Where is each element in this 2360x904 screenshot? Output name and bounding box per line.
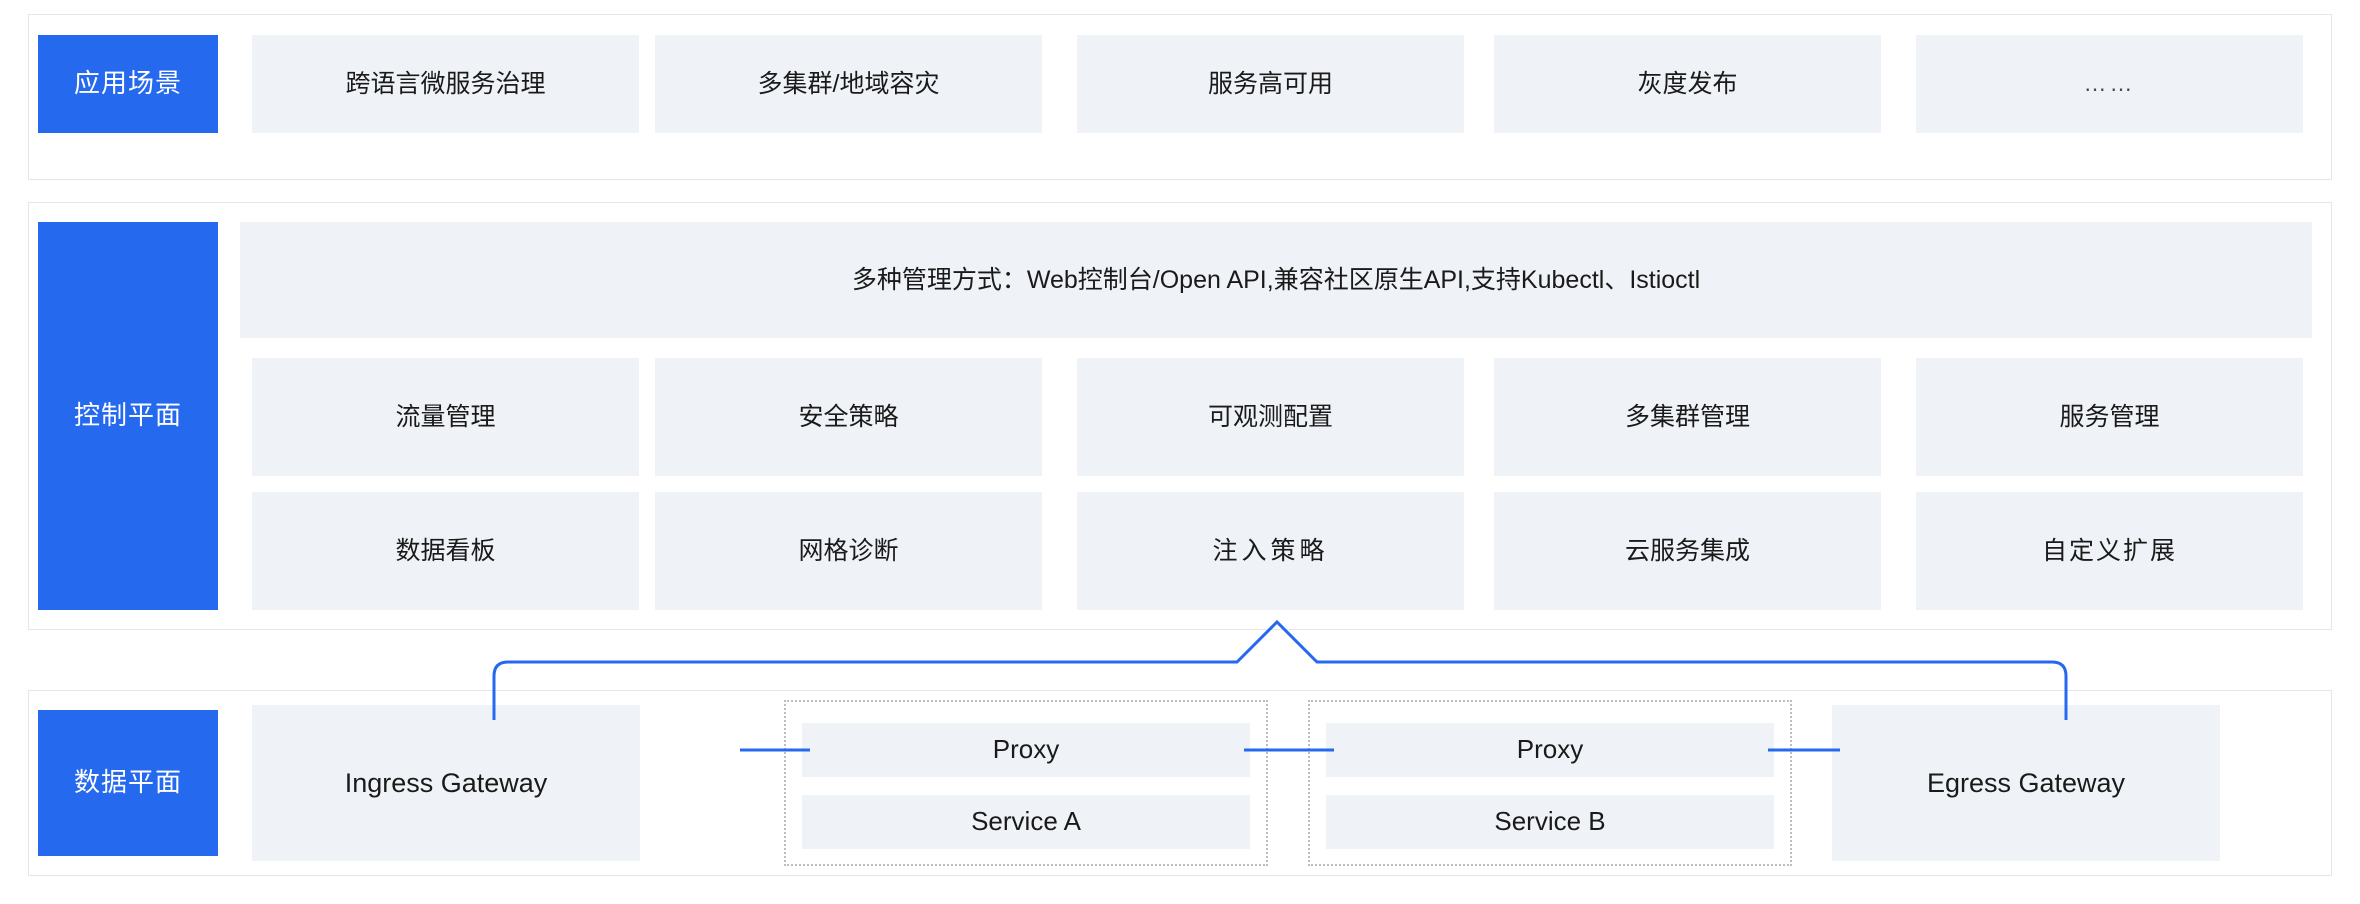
architecture-diagram: 应用场景 跨语言微服务治理 多集群/地域容灾 服务高可用 灰度发布 …… 控制平… [0,0,2360,904]
pod-a-service-label: Service A [971,806,1081,837]
control-card-injection-policy[interactable]: 注入策略 [1077,492,1464,610]
control-card-cloud-service-integration-label: 云服务集成 [1624,537,1750,565]
control-card-traffic-management[interactable]: 流量管理 [252,358,639,476]
control-card-cloud-service-integration[interactable]: 云服务集成 [1494,492,1881,610]
pod-b-proxy-label: Proxy [1516,734,1584,765]
scenario-card-2[interactable]: 服务高可用 [1077,35,1464,133]
pod-a-proxy-label: Proxy [992,734,1060,765]
control-card-mesh-diagnosis[interactable]: 网格诊断 [655,492,1042,610]
egress-gateway-label: Egress Gateway [1926,767,2126,798]
control-card-mesh-diagnosis-label: 网格诊断 [798,537,899,565]
scenario-card-3-label: 灰度发布 [1637,70,1738,98]
control-card-observability-config[interactable]: 可观测配置 [1077,358,1464,476]
control-card-dashboard[interactable]: 数据看板 [252,492,639,610]
control-plane-management-banner-text: 多种管理方式：Web控制台/Open API,兼容社区原生API,支持Kubec… [851,266,1701,294]
pod-b-proxy-card[interactable]: Proxy [1326,723,1774,777]
scenario-card-1[interactable]: 多集群/地域容灾 [655,35,1042,133]
egress-gateway-card[interactable]: Egress Gateway [1832,705,2220,861]
control-card-service-management-label: 服务管理 [2059,403,2160,431]
control-card-dashboard-label: 数据看板 [395,537,496,565]
layer-label-control-plane-text: 控制平面 [73,400,182,431]
control-card-observability-config-label: 可观测配置 [1207,403,1333,431]
pod-b-service-card[interactable]: Service B [1326,795,1774,849]
scenario-card-4-ellipsis[interactable]: …… [1916,35,2303,133]
pod-a-proxy-card[interactable]: Proxy [802,723,1250,777]
control-card-multicluster-management[interactable]: 多集群管理 [1494,358,1881,476]
control-card-service-management[interactable]: 服务管理 [1916,358,2303,476]
control-card-security-policy[interactable]: 安全策略 [655,358,1042,476]
control-card-custom-extension[interactable]: 自定义扩展 [1916,492,2303,610]
ingress-gateway-card[interactable]: Ingress Gateway [252,705,640,861]
layer-label-scenarios-text: 应用场景 [73,68,182,99]
pod-b-service-label: Service B [1494,806,1606,837]
scenario-card-2-label: 服务高可用 [1207,70,1333,98]
layer-label-data-plane: 数据平面 [38,710,218,856]
ingress-gateway-label: Ingress Gateway [344,767,548,798]
scenario-card-0-label: 跨语言微服务治理 [345,70,546,98]
pod-a-service-card[interactable]: Service A [802,795,1250,849]
scenario-card-0[interactable]: 跨语言微服务治理 [252,35,639,133]
control-card-multicluster-management-label: 多集群管理 [1624,403,1750,431]
control-card-custom-extension-label: 自定义扩展 [2041,537,2177,565]
control-card-security-policy-label: 安全策略 [798,403,899,431]
scenario-card-1-label: 多集群/地域容灾 [757,70,940,98]
layer-label-scenarios: 应用场景 [38,35,218,133]
scenario-card-4-label: …… [2083,70,2136,97]
control-plane-management-banner: 多种管理方式：Web控制台/Open API,兼容社区原生API,支持Kubec… [240,222,2312,338]
layer-label-data-plane-text: 数据平面 [73,767,182,798]
control-card-injection-policy-label: 注入策略 [1212,537,1329,565]
scenario-card-3[interactable]: 灰度发布 [1494,35,1881,133]
control-card-traffic-management-label: 流量管理 [395,403,496,431]
layer-label-control-plane: 控制平面 [38,222,218,610]
